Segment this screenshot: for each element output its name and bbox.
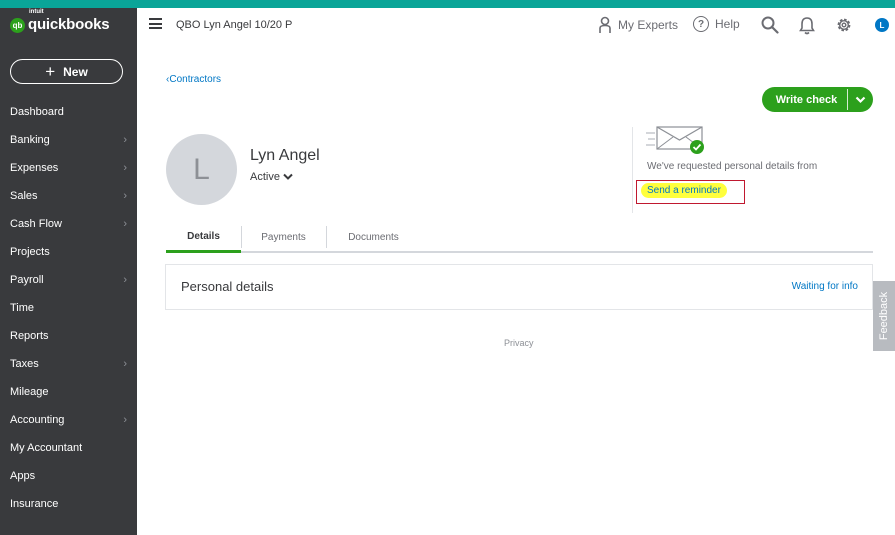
vertical-divider [632,127,633,213]
sidebar-item-label: Cash Flow [10,218,62,230]
sidebar-item-label: Dashboard [10,106,64,118]
new-button-label: New [63,64,88,79]
chevron-right-icon: › [123,162,127,174]
sidebar-item-reports[interactable]: Reports [0,322,137,350]
feedback-label: Feedback [878,291,890,341]
sidebar-item-banking[interactable]: Banking › [0,126,137,154]
help-button[interactable]: ? Help [693,16,740,32]
sidebar-item-label: Apps [10,470,36,482]
personal-details-title: Personal details [181,279,274,294]
help-label: Help [715,17,740,31]
my-experts-label: My Experts [618,18,679,32]
breadcrumb[interactable]: ‹Contractors [166,74,221,85]
send-reminder-link[interactable]: Send a reminder [641,183,727,198]
sidebar-item-label: Payroll [10,274,44,286]
logo-intuit: intuit [29,9,44,15]
contractor-name: Lyn Angel [250,147,320,164]
write-check-split-button: Write check [762,87,873,112]
sidebar-item-label: Taxes [10,358,39,370]
sidebar-item-dashboard[interactable]: Dashboard [0,98,137,126]
my-experts-button[interactable]: My Experts [597,16,678,34]
waiting-for-info-link[interactable]: Waiting for info [792,281,858,292]
sidebar: qb intuit quickbooks + New Dashboard Bank… [0,8,137,535]
chevron-right-icon: › [123,358,127,370]
sidebar-item-label: Time [10,302,35,314]
sidebar-item-label: Insurance [10,498,59,510]
chevron-right-icon: › [123,134,127,146]
sidebar-item-projects[interactable]: Projects [0,238,137,266]
chevron-right-icon: › [123,190,127,202]
chevron-right-icon: › [123,274,127,286]
sidebar-item-label: Projects [10,246,50,258]
sidebar-item-cash-flow[interactable]: Cash Flow › [0,210,137,238]
sidebar-item-label: Sales [10,190,38,202]
logo-wordmark: quickbooks [28,16,110,33]
sidebar-item-payroll[interactable]: Payroll › [0,266,137,294]
chevron-down-icon [283,173,293,180]
menu-icon[interactable] [149,18,162,29]
sidebar-item-label: Reports [10,330,49,342]
person-icon [599,16,611,33]
personal-details-card: Personal details Waiting for info [165,264,873,310]
feedback-tab[interactable]: Feedback [873,281,895,351]
sidebar-item-label: Banking [10,134,50,146]
contractor-avatar: L [166,134,237,205]
bell-icon[interactable] [799,16,815,35]
sidebar-item-label: My Accountant [10,442,83,454]
logo-text: intuit quickbooks [28,9,110,34]
qb-logo-icon: qb [10,17,25,33]
company-name: QBO Lyn Angel 10/20 P [176,19,293,31]
new-button[interactable]: + New [10,59,123,84]
top-header: QBO Lyn Angel 10/20 P My Experts ? Help … [137,8,895,46]
search-icon[interactable] [761,16,779,34]
chevron-down-icon [855,96,866,103]
envelope-check-icon [646,126,704,154]
top-accent-stripe [0,0,895,8]
sidebar-item-insurance[interactable]: Insurance [0,490,137,518]
sidebar-item-sales[interactable]: Sales › [0,182,137,210]
sidebar-item-apps[interactable]: Apps [0,462,137,490]
breadcrumb-contractors: Contractors [169,74,222,85]
tab-documents[interactable]: Documents [327,222,420,253]
help-icon: ? [693,16,709,32]
sidebar-item-expenses[interactable]: Expenses › [0,154,137,182]
contractor-tabs: Details Payments Documents [166,222,873,253]
sidebar-item-label: Expenses [10,162,59,174]
gear-icon[interactable] [835,16,853,34]
tab-details[interactable]: Details [166,222,241,253]
sidebar-item-my-accountant[interactable]: My Accountant [0,434,137,462]
request-status-text: We've requested personal details from [647,161,818,172]
privacy-link[interactable]: Privacy [504,338,534,348]
chevron-right-icon: › [123,218,127,230]
status-dropdown[interactable]: Active [250,171,293,183]
sidebar-item-accounting[interactable]: Accounting › [0,406,137,434]
sidebar-item-time[interactable]: Time [0,294,137,322]
sidebar-item-mileage[interactable]: Mileage [0,378,137,406]
sidebar-item-taxes[interactable]: Taxes › [0,350,137,378]
write-check-button[interactable]: Write check [762,87,847,112]
sidebar-nav: Dashboard Banking › Expenses › Sales › Cash Flo… [0,98,137,518]
write-check-divider [847,89,848,110]
chevron-right-icon: › [123,414,127,426]
plus-icon: + [45,62,56,81]
sidebar-item-label: Accounting [10,414,65,426]
sidebar-item-label: Mileage [10,386,49,398]
write-check-dropdown[interactable] [848,87,873,112]
quickbooks-logo[interactable]: qb intuit quickbooks [10,9,110,34]
tab-payments[interactable]: Payments [242,222,325,253]
status-label: Active [250,171,280,183]
user-avatar[interactable]: L [875,18,889,32]
